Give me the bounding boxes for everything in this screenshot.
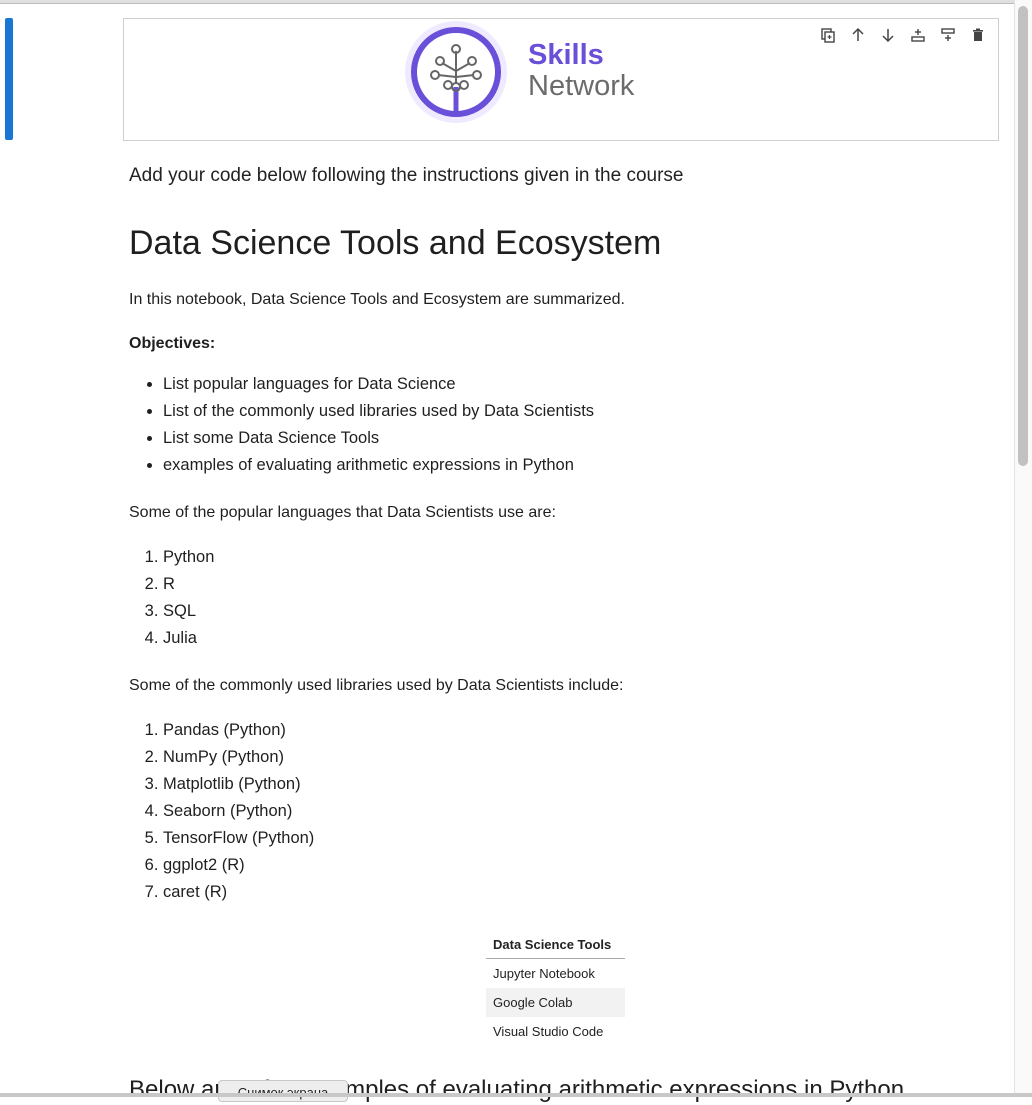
move-down-icon[interactable]: [878, 25, 898, 45]
instruction-text: Add your code below following the instru…: [129, 165, 684, 186]
list-item: Julia: [163, 625, 214, 652]
list-item: Matplotlib (Python): [163, 771, 314, 798]
skills-network-logo: Skills Network: [404, 19, 654, 127]
objectives-list: List popular languages for Data Science …: [129, 371, 594, 479]
active-cell-indicator[interactable]: [5, 18, 13, 140]
move-up-icon[interactable]: [848, 25, 868, 45]
languages-list: Python R SQL Julia: [129, 544, 214, 652]
list-item: ggplot2 (R): [163, 852, 314, 879]
table-row: Google Colab: [486, 988, 626, 1017]
tools-table-header: Data Science Tools: [486, 930, 626, 959]
list-item: TensorFlow (Python): [163, 825, 314, 852]
objectives-label: Objectives:: [129, 335, 216, 352]
logo-wordmark-network: Network: [528, 70, 635, 102]
list-item: caret (R): [163, 879, 314, 906]
list-item: Seaborn (Python): [163, 798, 314, 825]
screenshot-tooltip: Снимок экрана: [218, 1080, 348, 1102]
list-item: List some Data Science Tools: [163, 425, 594, 452]
insert-below-icon[interactable]: [908, 25, 928, 45]
insert-above-icon[interactable]: [938, 25, 958, 45]
tools-table: Data Science Tools Jupyter Notebook Goog…: [486, 930, 626, 1046]
scrollbar-thumb[interactable]: [1018, 6, 1028, 466]
skills-network-logo-icon: [405, 21, 507, 123]
languages-intro: Some of the popular languages that Data …: [129, 504, 556, 521]
delete-icon[interactable]: [968, 25, 988, 45]
logo-cell[interactable]: Skills Network: [123, 18, 999, 141]
intro-paragraph: In this notebook, Data Science Tools and…: [129, 291, 625, 308]
list-item: Pandas (Python): [163, 717, 314, 744]
logo-wordmark-skills: Skills: [528, 39, 604, 71]
libraries-intro: Some of the commonly used libraries used…: [129, 677, 624, 694]
list-item: R: [163, 571, 214, 598]
vertical-scrollbar[interactable]: [1014, 0, 1032, 1097]
notebook-title: Data Science Tools and Ecosystem: [129, 224, 662, 262]
cell-toolbar: [818, 25, 988, 45]
list-item: examples of evaluating arithmetic expres…: [163, 452, 594, 479]
libraries-list: Pandas (Python) NumPy (Python) Matplotli…: [129, 717, 314, 906]
table-row: Visual Studio Code: [493, 1024, 604, 1039]
list-item: Python: [163, 544, 214, 571]
list-item: SQL: [163, 598, 214, 625]
window-bottom-border: [0, 1093, 1032, 1097]
list-item: List popular languages for Data Science: [163, 371, 594, 398]
table-row: Jupyter Notebook: [493, 966, 595, 981]
duplicate-icon[interactable]: [818, 25, 838, 45]
window-top-border: [0, 0, 1032, 4]
list-item: NumPy (Python): [163, 744, 314, 771]
list-item: List of the commonly used libraries used…: [163, 398, 594, 425]
